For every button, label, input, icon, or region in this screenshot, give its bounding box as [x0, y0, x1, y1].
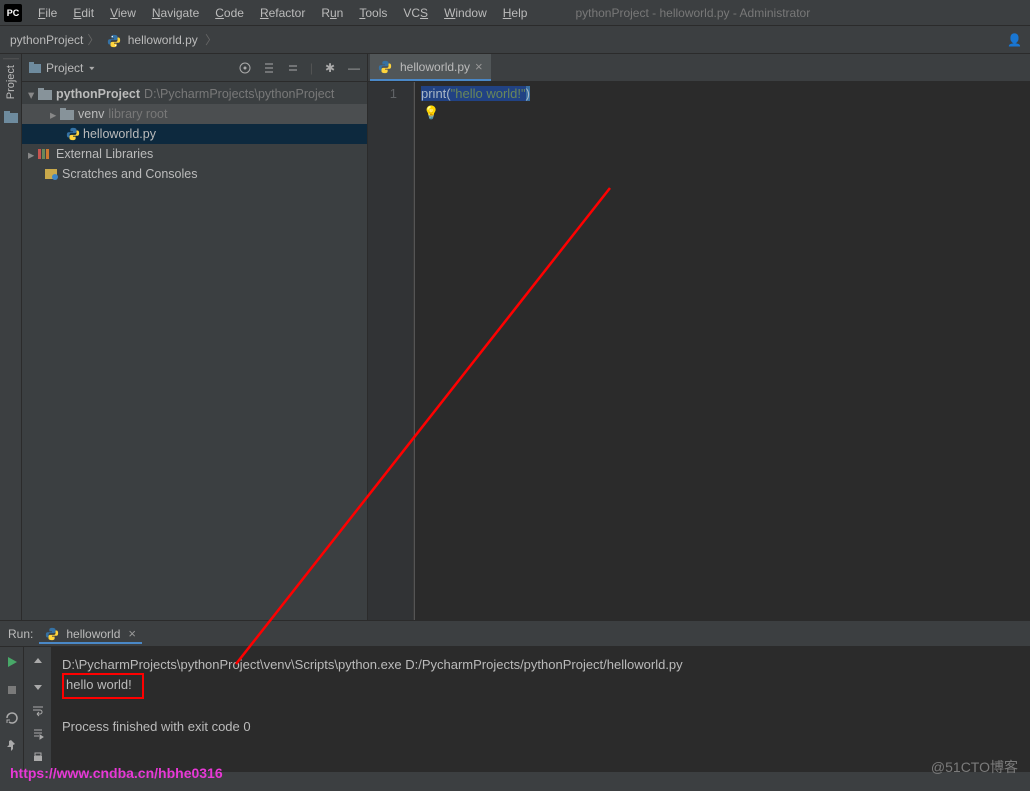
project-tree[interactable]: ▾ pythonProject D:\PycharmProjects\pytho… [22, 82, 367, 620]
collapse-all-icon[interactable] [286, 61, 300, 75]
tree-venv[interactable]: ▸ venv library root [22, 104, 367, 124]
line-number-1: 1 [368, 85, 397, 103]
menu-help[interactable]: Help [495, 3, 536, 23]
project-tool-tab[interactable]: Project [3, 58, 19, 105]
tree-root[interactable]: ▾ pythonProject D:\PycharmProjects\pytho… [22, 84, 367, 104]
tree-scratches[interactable]: Scratches and Consoles [22, 164, 367, 184]
token-close-paren: ) [526, 86, 530, 101]
project-view-chevron-icon[interactable]: ▼ [87, 65, 96, 71]
code-content[interactable]: print("hello world!") 💡 [414, 82, 1030, 620]
folder-icon [60, 108, 74, 120]
editor-area: helloworld.py × 1 print("hello world!") … [368, 54, 1030, 620]
run-toolbar-primary [0, 647, 24, 772]
chevron-right-icon[interactable]: ▸ [28, 147, 38, 162]
close-run-tab-icon[interactable]: × [128, 626, 136, 641]
token-string: "hello world!" [451, 86, 526, 101]
run-body: D:\PycharmProjects\pythonProject\venv\Sc… [0, 647, 1030, 772]
python-file-icon [66, 127, 80, 141]
menu-bar: PC FFileile Edit View Navigate Code Refa… [0, 0, 1030, 26]
left-tool-stripe: Project [0, 54, 22, 620]
tree-extlibs-label: External Libraries [56, 147, 153, 161]
scroll-to-end-icon[interactable] [31, 727, 45, 741]
menu-edit[interactable]: Edit [65, 3, 102, 23]
editor-tab-label: helloworld.py [400, 60, 470, 74]
menu-vcs[interactable]: VCS [395, 3, 436, 23]
stop-icon[interactable] [5, 683, 19, 697]
main-area: Project Project ▼ | ✱ — ▾ pythonPr [0, 54, 1030, 620]
app-icon: PC [4, 4, 22, 22]
navigation-bar: pythonProject helloworld.py 👤 [0, 26, 1030, 54]
run-config-name: helloworld [66, 627, 120, 641]
run-console[interactable]: D:\PycharmProjects\pythonProject\venv\Sc… [52, 647, 1030, 772]
tree-file-helloworld[interactable]: helloworld.py [22, 124, 367, 144]
tree-file-name: helloworld.py [83, 127, 156, 141]
hide-icon[interactable]: — [347, 61, 361, 75]
menu-refactor[interactable]: Refactor [252, 3, 313, 23]
run-config-tab[interactable]: helloworld × [39, 623, 142, 644]
highlighted-output: hello world! [62, 673, 144, 699]
tree-root-path: D:\PycharmProjects\pythonProject [144, 87, 334, 101]
tree-venv-hint: library root [108, 107, 167, 121]
tree-root-name: pythonProject [56, 87, 140, 101]
settings-gear-icon[interactable]: ✱ [323, 61, 337, 75]
external-libs-icon [38, 148, 52, 160]
restart-icon[interactable] [5, 711, 19, 725]
python-icon [45, 627, 59, 641]
line-gutter: 1 [368, 82, 414, 620]
project-view-icon [28, 61, 42, 75]
console-cmd-line: D:\PycharmProjects\pythonProject\venv\Sc… [62, 655, 1020, 675]
editor-tab-helloworld[interactable]: helloworld.py × [370, 54, 491, 81]
console-output-line: hello world! [66, 677, 132, 692]
pin-icon[interactable] [5, 739, 19, 753]
tree-external-libs[interactable]: ▸ External Libraries [22, 144, 367, 164]
print-icon[interactable] [31, 751, 45, 765]
add-config-icon[interactable]: 👤 [1007, 33, 1022, 47]
rerun-icon[interactable] [5, 655, 19, 669]
breadcrumb-project[interactable]: pythonProject [8, 31, 105, 48]
up-icon[interactable] [31, 655, 45, 669]
down-icon[interactable] [31, 679, 45, 693]
watermark-left: https://www.cndba.cn/hbhe0316 [10, 765, 223, 781]
project-tool-window: Project ▼ | ✱ — ▾ pythonProject D:\Pycha… [22, 54, 368, 620]
chevron-down-icon[interactable]: ▾ [28, 87, 38, 102]
token-print: print [421, 86, 446, 101]
run-header: Run: helloworld × [0, 621, 1030, 647]
tree-scratches-label: Scratches and Consoles [62, 167, 198, 181]
python-file-icon [107, 34, 121, 48]
menu-tools[interactable]: Tools [351, 3, 395, 23]
chevron-right-icon[interactable]: ▸ [50, 107, 60, 122]
locate-icon[interactable] [238, 61, 252, 75]
menu-navigate[interactable]: Navigate [144, 3, 207, 23]
divider: | [310, 61, 313, 75]
tree-venv-name: venv [78, 107, 104, 121]
run-toolbar-secondary [24, 647, 52, 772]
breadcrumb-file-label: helloworld.py [128, 33, 198, 47]
menu-view[interactable]: View [102, 3, 144, 23]
soft-wrap-icon[interactable] [31, 703, 45, 717]
menu-code[interactable]: Code [207, 3, 252, 23]
code-editor[interactable]: 1 print("hello world!") 💡 [368, 82, 1030, 620]
project-pane-header: Project ▼ | ✱ — [22, 54, 367, 82]
breadcrumb-file[interactable]: helloworld.py [105, 31, 223, 48]
menu-run[interactable]: Run [313, 3, 351, 23]
scratches-icon [44, 168, 58, 180]
watermark-right: @51CTO博客 [931, 757, 1018, 777]
run-tool-window: Run: helloworld × D:\PycharmProjects\pyt… [0, 620, 1030, 772]
menu-window[interactable]: Window [436, 3, 495, 23]
structure-icon[interactable] [4, 111, 18, 123]
intention-bulb-icon[interactable]: 💡 [423, 104, 439, 122]
project-pane-title[interactable]: Project [46, 61, 83, 75]
expand-all-icon[interactable] [262, 61, 276, 75]
run-label: Run: [8, 627, 33, 641]
window-title-hint: pythonProject - helloworld.py - Administ… [575, 6, 810, 20]
menu-file[interactable]: FFileile [30, 3, 65, 23]
token-open-paren: ( [446, 86, 450, 101]
console-exit-line: Process finished with exit code 0 [62, 717, 1020, 737]
editor-tabs: helloworld.py × [368, 54, 1030, 82]
python-file-icon [378, 60, 392, 74]
folder-icon [38, 88, 52, 100]
close-tab-icon[interactable]: × [475, 59, 483, 74]
